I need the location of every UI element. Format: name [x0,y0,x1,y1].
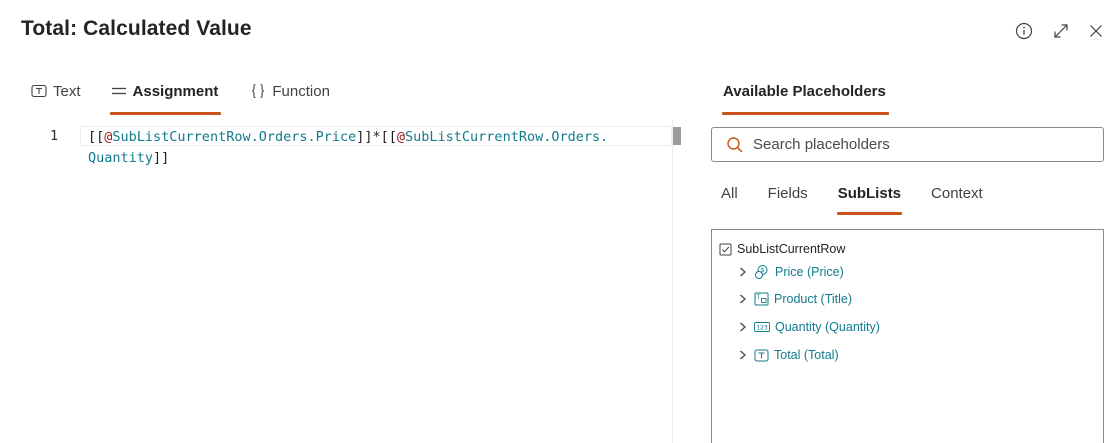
lines-icon [111,85,127,97]
expand-icon [1054,24,1068,38]
tree-item-label: Total (Total) [774,348,839,362]
tab-assignment-label: Assignment [132,82,219,100]
code-bracket: ]] [153,150,170,166]
tree-item-label: Price (Price) [775,265,844,279]
code-placeholder-ref: Quantity [88,150,154,166]
code-placeholder-ref: SubListCurrentRow.Orders.Price [112,129,357,145]
braces-icon [250,83,266,99]
chevron-right-icon[interactable] [738,267,747,277]
svg-text:123: 123 [756,325,768,332]
search-input[interactable] [753,136,1073,153]
dialog-title: Total: Calculated Value [21,17,252,40]
placeholder-tree: SubListCurrentRow $ Price (Price) T Prod… [711,229,1104,443]
close-icon [1090,25,1102,37]
text-icon [754,349,769,362]
filter-tab-sublists[interactable]: SubLists [836,185,903,215]
code-editor[interactable]: 1 [[ @ SubListCurrentRow.Orders.Price]]*[[… [0,120,681,443]
info-icon [1015,22,1033,40]
code-placeholder-ref: SubListCurrentRow.Orders. [405,129,609,145]
chevron-right-icon[interactable] [738,322,747,332]
placeholder-filter-tabs: All Fields SubLists Context [721,185,1013,215]
close-button[interactable] [1085,20,1107,42]
search-box [711,127,1104,162]
code-at-sign: @ [396,129,406,145]
tree-item-price[interactable]: $ Price (Price) [738,264,844,280]
filter-tab-all[interactable]: All [721,185,738,202]
tree-item-product[interactable]: T Product (Title) [738,292,852,306]
tree-root-sublistcurrentrow[interactable]: SubListCurrentRow [719,242,845,256]
search-icon [726,136,744,154]
tab-text-label: Text [53,82,81,100]
code-operator: ]]*[[ [356,129,397,145]
text-field-icon: T [754,292,769,306]
expand-button[interactable] [1050,20,1072,42]
checkbox-icon [719,243,732,256]
editor-ruler [672,120,673,443]
svg-text:$: $ [761,267,765,274]
line-number: 1 [50,128,59,144]
mode-tabs: Text Assignment Function [31,80,330,116]
tree-root-label: SubListCurrentRow [737,242,846,256]
currency-icon: $ [754,264,770,280]
tab-function[interactable]: Function [250,80,330,102]
filter-tab-fields[interactable]: Fields [768,185,808,202]
placeholders-panel-title[interactable]: Available Placeholders [722,83,889,115]
number-icon: 123 [754,321,770,333]
tree-item-quantity[interactable]: 123 Quantity (Quantity) [738,320,880,334]
tree-item-label: Quantity (Quantity) [775,320,880,334]
chevron-right-icon[interactable] [738,350,747,360]
text-icon [31,84,47,98]
tree-item-label: Product (Title) [774,292,853,306]
filter-tab-context[interactable]: Context [931,185,983,202]
code-bracket: [[ [88,129,105,145]
svg-text:T: T [756,294,761,301]
info-button[interactable] [1013,20,1035,42]
tab-text[interactable]: Text [31,80,81,102]
tree-item-total[interactable]: Total (Total) [738,348,839,362]
code-line[interactable]: [[@SubListCurrentRow.Orders.Price]]*[[@S… [88,127,668,169]
editor-scrollbar[interactable] [673,127,681,145]
chevron-right-icon[interactable] [738,294,747,304]
tab-function-label: Function [272,82,330,100]
tab-assignment[interactable]: Assignment [109,80,222,115]
